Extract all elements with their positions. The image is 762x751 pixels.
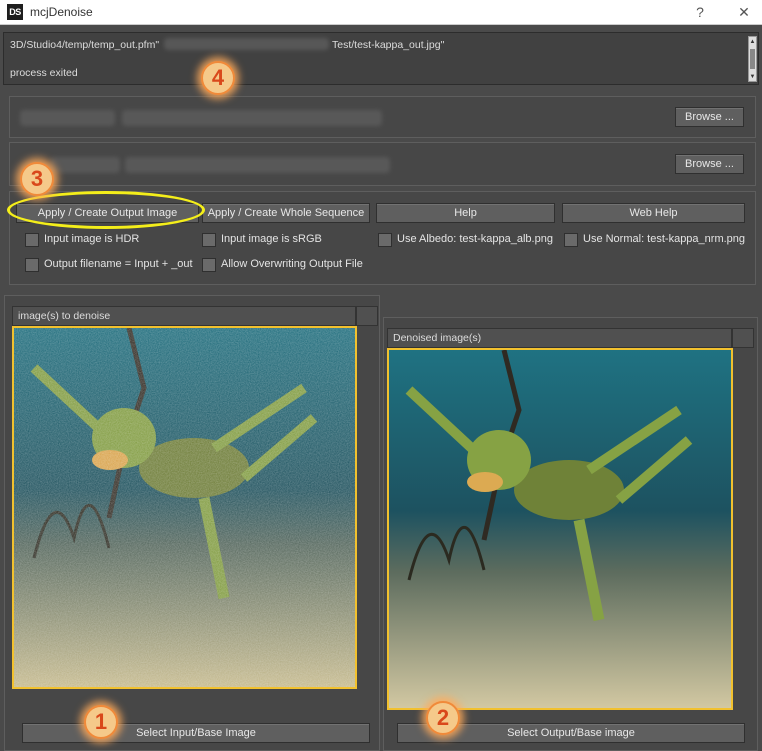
output-file-row: Browse ... [9, 142, 756, 186]
input-render [14, 328, 355, 687]
scroll-up-icon[interactable]: ▲ [749, 38, 756, 46]
overwrite-label: Allow Overwriting Output File [221, 258, 363, 270]
help-button[interactable]: Help [376, 203, 555, 223]
web-help-button[interactable]: Web Help [562, 203, 745, 223]
apply-output-button[interactable]: Apply / Create Output Image [16, 203, 199, 223]
input-viewer-header-button[interactable] [356, 306, 378, 326]
scroll-thumb[interactable] [750, 49, 755, 69]
input-viewer-header: image(s) to denoise [12, 306, 356, 326]
output-render [389, 350, 731, 708]
help-icon[interactable]: ? [680, 0, 720, 25]
apply-sequence-button[interactable]: Apply / Create Whole Sequence [202, 203, 370, 223]
browse-output-button[interactable]: Browse ... [675, 154, 744, 174]
albedo-label: Use Albedo: test-kappa_alb.png [397, 233, 553, 245]
overwrite-checkbox[interactable] [202, 258, 216, 272]
output-path-blurred [125, 157, 390, 173]
albedo-checkbox[interactable] [378, 233, 392, 247]
app-icon: DS [7, 4, 23, 20]
options-panel: Apply / Create Output Image Apply / Crea… [9, 191, 756, 285]
title-bar: DS mcjDenoise ? ✕ [0, 0, 762, 25]
log-line-1a: 3D/Studio4/temp/temp_out.pfm" [10, 39, 160, 51]
input-image[interactable] [12, 326, 357, 689]
log-scrollbar[interactable]: ▲ ▼ [748, 36, 757, 82]
output-viewer-header-button[interactable] [732, 328, 754, 348]
hdr-label: Input image is HDR [44, 233, 140, 245]
output-path-field[interactable] [50, 157, 120, 173]
input-path-field[interactable] [20, 110, 115, 126]
output-filename-checkbox[interactable] [25, 258, 39, 272]
step-2-badge: 2 [426, 701, 460, 735]
normal-checkbox[interactable] [564, 233, 578, 247]
input-path-blurred [122, 110, 382, 126]
hdr-checkbox[interactable] [25, 233, 39, 247]
browse-input-button[interactable]: Browse ... [675, 107, 744, 127]
step-1-badge: 1 [84, 705, 118, 739]
step-3-badge: 3 [20, 162, 54, 196]
output-filename-label: Output filename = Input + _out [44, 258, 193, 270]
creature-body-clean [514, 460, 624, 520]
step-4-badge: 4 [201, 61, 235, 95]
srgb-checkbox[interactable] [202, 233, 216, 247]
log-output[interactable]: 3D/Studio4/temp/temp_out.pfm" Test/test-… [3, 32, 759, 85]
normal-label: Use Normal: test-kappa_nrm.png [583, 233, 746, 245]
redacted-path [164, 38, 329, 50]
window-title: mcjDenoise [30, 5, 93, 19]
output-viewer-header: Denoised image(s) [387, 328, 732, 348]
scroll-down-icon[interactable]: ▼ [749, 73, 756, 81]
output-image[interactable] [387, 348, 733, 710]
log-line-1b: Test/test-kappa_out.jpg" [332, 39, 445, 51]
log-line-2: process exited [10, 67, 78, 79]
close-icon[interactable]: ✕ [724, 0, 762, 25]
srgb-label: Input image is sRGB [221, 233, 322, 245]
input-file-row: Browse ... [9, 96, 756, 138]
select-input-button[interactable]: Select Input/Base Image [22, 723, 370, 743]
